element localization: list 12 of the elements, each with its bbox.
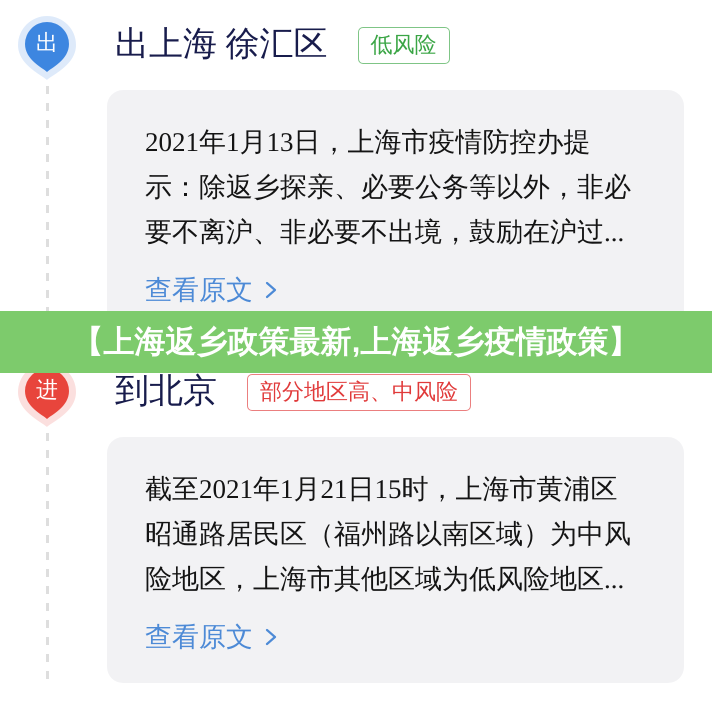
risk-badge: 低风险 <box>358 26 450 64</box>
route-title: 到北京 <box>115 375 217 409</box>
chevron-right-icon <box>265 628 277 646</box>
chevron-right-icon <box>265 281 277 299</box>
risk-badge: 部分地区高、中风险 <box>247 374 471 410</box>
view-original-link[interactable]: 查看原文 <box>145 617 277 657</box>
location-pin: 出 <box>17 15 77 81</box>
notice-text: 截至2021年1月21日15时，上海市黄浦区 昭通路居民区（福州路以南区域）为中风 险地区，上海市其他区域为低风险地区... <box>145 473 632 596</box>
view-original-link[interactable]: 查看原文 <box>145 270 277 310</box>
route-title: 出上海 徐汇区 <box>115 28 328 62</box>
title-banner: 【上海返乡政策最新,上海返乡疫情政策】 <box>0 311 712 373</box>
notice-text: 2021年1月13日，上海市疫情防控办提 示：除返乡探亲、必要公务等以外，非必 要不离沪、非必要不出境，鼓励在沪过... <box>145 126 632 249</box>
